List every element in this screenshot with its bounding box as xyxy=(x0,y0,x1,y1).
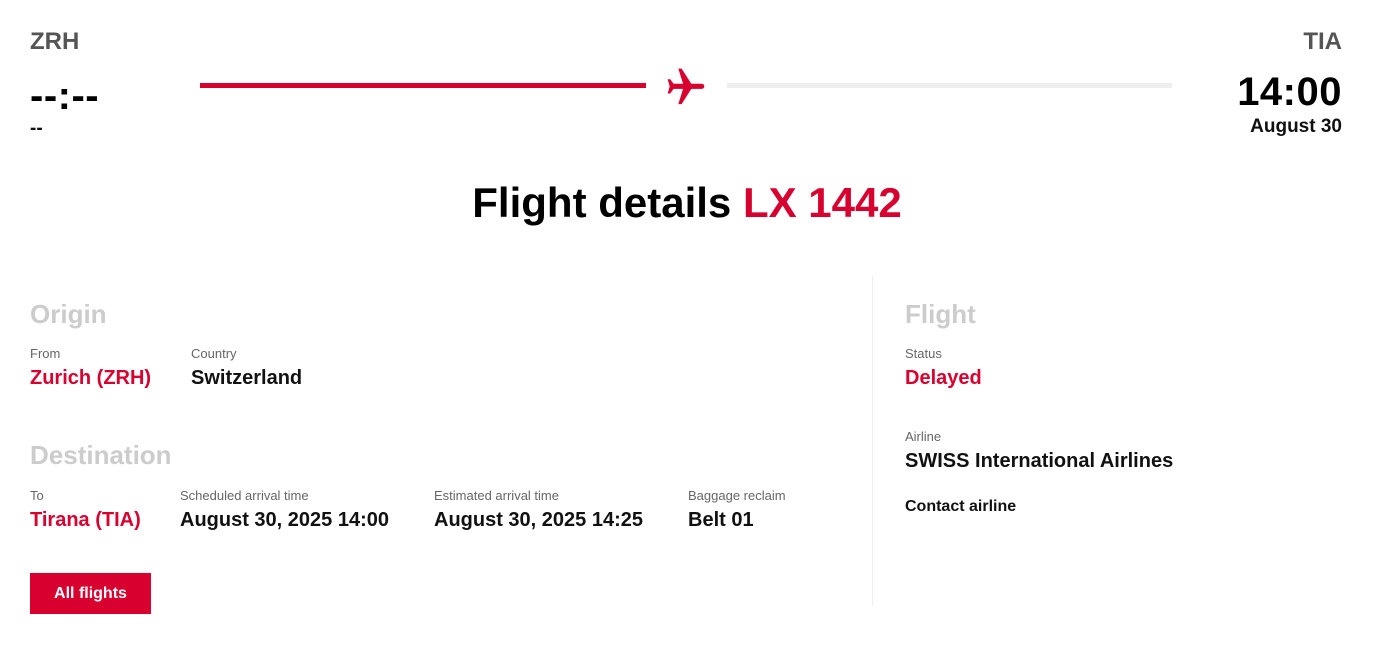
destination-fields: To Tirana (TIA) Scheduled arrival time A… xyxy=(30,488,786,532)
to-value: Tirana (TIA) xyxy=(30,509,141,531)
country-value: Switzerland xyxy=(191,367,303,389)
route-progress-remaining xyxy=(727,83,1172,88)
all-flights-button[interactable]: All flights xyxy=(30,573,151,614)
airline-value: SWISS International Airlines xyxy=(905,450,1174,472)
origin-date: -- xyxy=(30,118,43,139)
destination-iata: TIA xyxy=(1303,28,1342,55)
flight-number: LX 1442 xyxy=(742,179,902,226)
origin-iata: ZRH xyxy=(30,28,80,55)
destination-to-field: To Tirana (TIA) xyxy=(30,488,180,532)
to-label: To xyxy=(30,488,44,503)
page-title: Flight details LX 1442 xyxy=(0,178,1374,228)
scheduled-value: August 30, 2025 14:00 xyxy=(180,509,389,531)
origin-fields: From Zurich (ZRH) Country Switzerland xyxy=(30,346,302,390)
airline-label: Airline xyxy=(905,429,942,444)
destination-time: 14:00 xyxy=(1237,70,1342,114)
airplane-icon xyxy=(667,68,705,105)
estimated-label: Estimated arrival time xyxy=(434,488,559,503)
origin-from-field: From Zurich (ZRH) xyxy=(30,346,191,390)
baggage-reclaim-field: Baggage reclaim Belt 01 xyxy=(688,488,786,532)
route-progress-completed xyxy=(200,83,646,88)
status-value: Delayed xyxy=(905,367,982,389)
route-strip: ZRH --:-- -- TIA 14:00 August 30 xyxy=(0,0,1374,150)
scheduled-label: Scheduled arrival time xyxy=(180,488,309,503)
flight-heading: Flight xyxy=(905,299,976,329)
baggage-value: Belt 01 xyxy=(688,509,754,531)
origin-time: --:-- xyxy=(30,74,100,118)
destination-date: August 30 xyxy=(1250,116,1342,137)
destination-heading: Destination xyxy=(30,440,172,470)
from-label: From xyxy=(30,346,61,361)
origin-summary: ZRH --:-- -- xyxy=(30,28,99,140)
estimated-value: August 30, 2025 14:25 xyxy=(434,509,643,531)
contact-airline-link[interactable]: Contact airline xyxy=(905,497,1016,517)
status-label: Status xyxy=(905,346,942,361)
flight-details-page: ZRH --:-- -- TIA 14:00 August 30 Flight … xyxy=(0,0,1374,665)
baggage-label: Baggage reclaim xyxy=(688,488,786,503)
country-label: Country xyxy=(191,346,237,361)
destination-summary: TIA 14:00 August 30 xyxy=(1237,28,1342,138)
estimated-arrival-field: Estimated arrival time August 30, 2025 1… xyxy=(434,488,688,532)
flight-status-field: Status Delayed xyxy=(905,346,982,390)
origin-heading: Origin xyxy=(30,299,107,329)
scheduled-arrival-field: Scheduled arrival time August 30, 2025 1… xyxy=(180,488,434,532)
airline-field: Airline SWISS International Airlines xyxy=(905,429,1173,473)
title-prefix: Flight details xyxy=(472,179,732,226)
from-value: Zurich (ZRH) xyxy=(30,367,152,389)
column-divider xyxy=(872,276,873,606)
origin-country-field: Country Switzerland xyxy=(191,346,302,390)
